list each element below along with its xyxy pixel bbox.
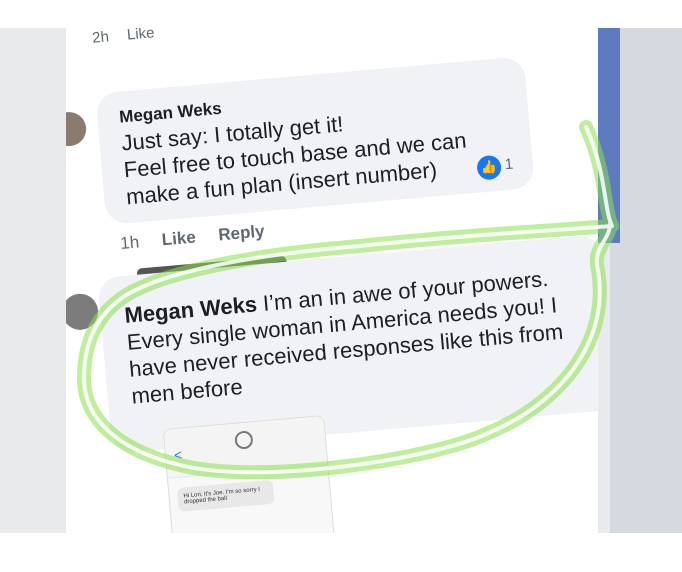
reply-button[interactable]: Reply: [218, 221, 266, 244]
previous-comment-time: 2h: [91, 28, 110, 47]
comment-time: 1h: [119, 232, 140, 254]
comment-actions: 1h Like Reply: [119, 220, 283, 254]
attached-screenshot[interactable]: < Hi Lori, it's Joe. I'm so sorry I drop…: [162, 414, 338, 533]
avatar[interactable]: [66, 292, 100, 332]
comment-body: I’m an in awe of your powers. Every sing…: [125, 265, 565, 409]
comment-bubble-1: Megan Weks Just say: I totally get it! F…: [95, 56, 536, 226]
previous-like-button[interactable]: Like: [126, 28, 155, 44]
avatar[interactable]: [66, 110, 88, 148]
comment-text-2: Megan Weks I’m an in awe of your powers.…: [123, 262, 588, 409]
like-button[interactable]: Like: [161, 227, 197, 249]
rotated-content: 2h Like Megan Weks Just say: I totally g…: [66, 28, 598, 533]
reaction-count[interactable]: 1: [504, 156, 514, 174]
screenshot-message: Hi Lori, it's Joe. I'm so sorry I droppe…: [176, 479, 275, 512]
previous-comment-actions: 2h Like: [92, 28, 170, 47]
back-arrow-icon: <: [173, 446, 183, 464]
contact-icon: [234, 430, 254, 450]
blurred-background-right: [610, 28, 682, 533]
facebook-comment-thread: 2h Like Megan Weks Just say: I totally g…: [66, 28, 598, 533]
